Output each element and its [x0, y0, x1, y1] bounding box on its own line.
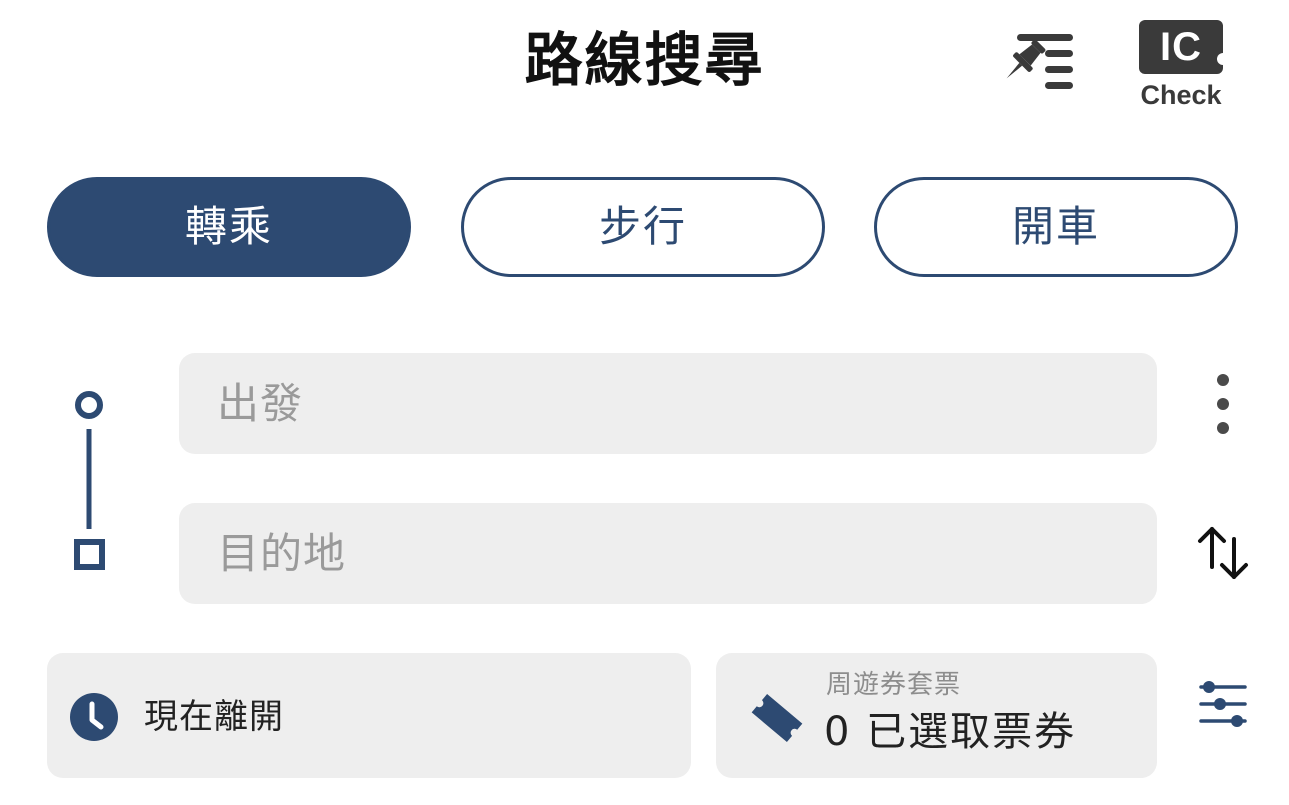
tab-drive[interactable]: 開車: [874, 177, 1238, 277]
clock-icon: [70, 693, 118, 741]
page-title: 路線搜尋: [524, 26, 765, 94]
ic-check-label: Check: [1140, 80, 1222, 110]
tab-walk[interactable]: 步行: [461, 177, 825, 277]
ticket-icon: [748, 690, 806, 746]
destination-input[interactable]: 目的地: [179, 503, 1157, 604]
tab-transit[interactable]: 轉乘: [47, 177, 411, 277]
departure-time-label: 現在離開: [144, 697, 284, 737]
pin-list-icon[interactable]: [1003, 30, 1075, 94]
filter-sliders-icon[interactable]: [1198, 679, 1248, 729]
more-options-icon[interactable]: [1206, 370, 1240, 438]
ic-card-icon: IC: [1139, 20, 1229, 74]
pass-caption: 周遊券套票: [826, 670, 962, 700]
pass-selection-value: 0 已選取票券: [824, 709, 1077, 755]
ic-check-button[interactable]: IC Check: [1137, 20, 1229, 114]
route-line-indicator: [70, 387, 110, 572]
origin-input[interactable]: 出發: [179, 353, 1157, 454]
swap-icon[interactable]: [1192, 523, 1254, 585]
